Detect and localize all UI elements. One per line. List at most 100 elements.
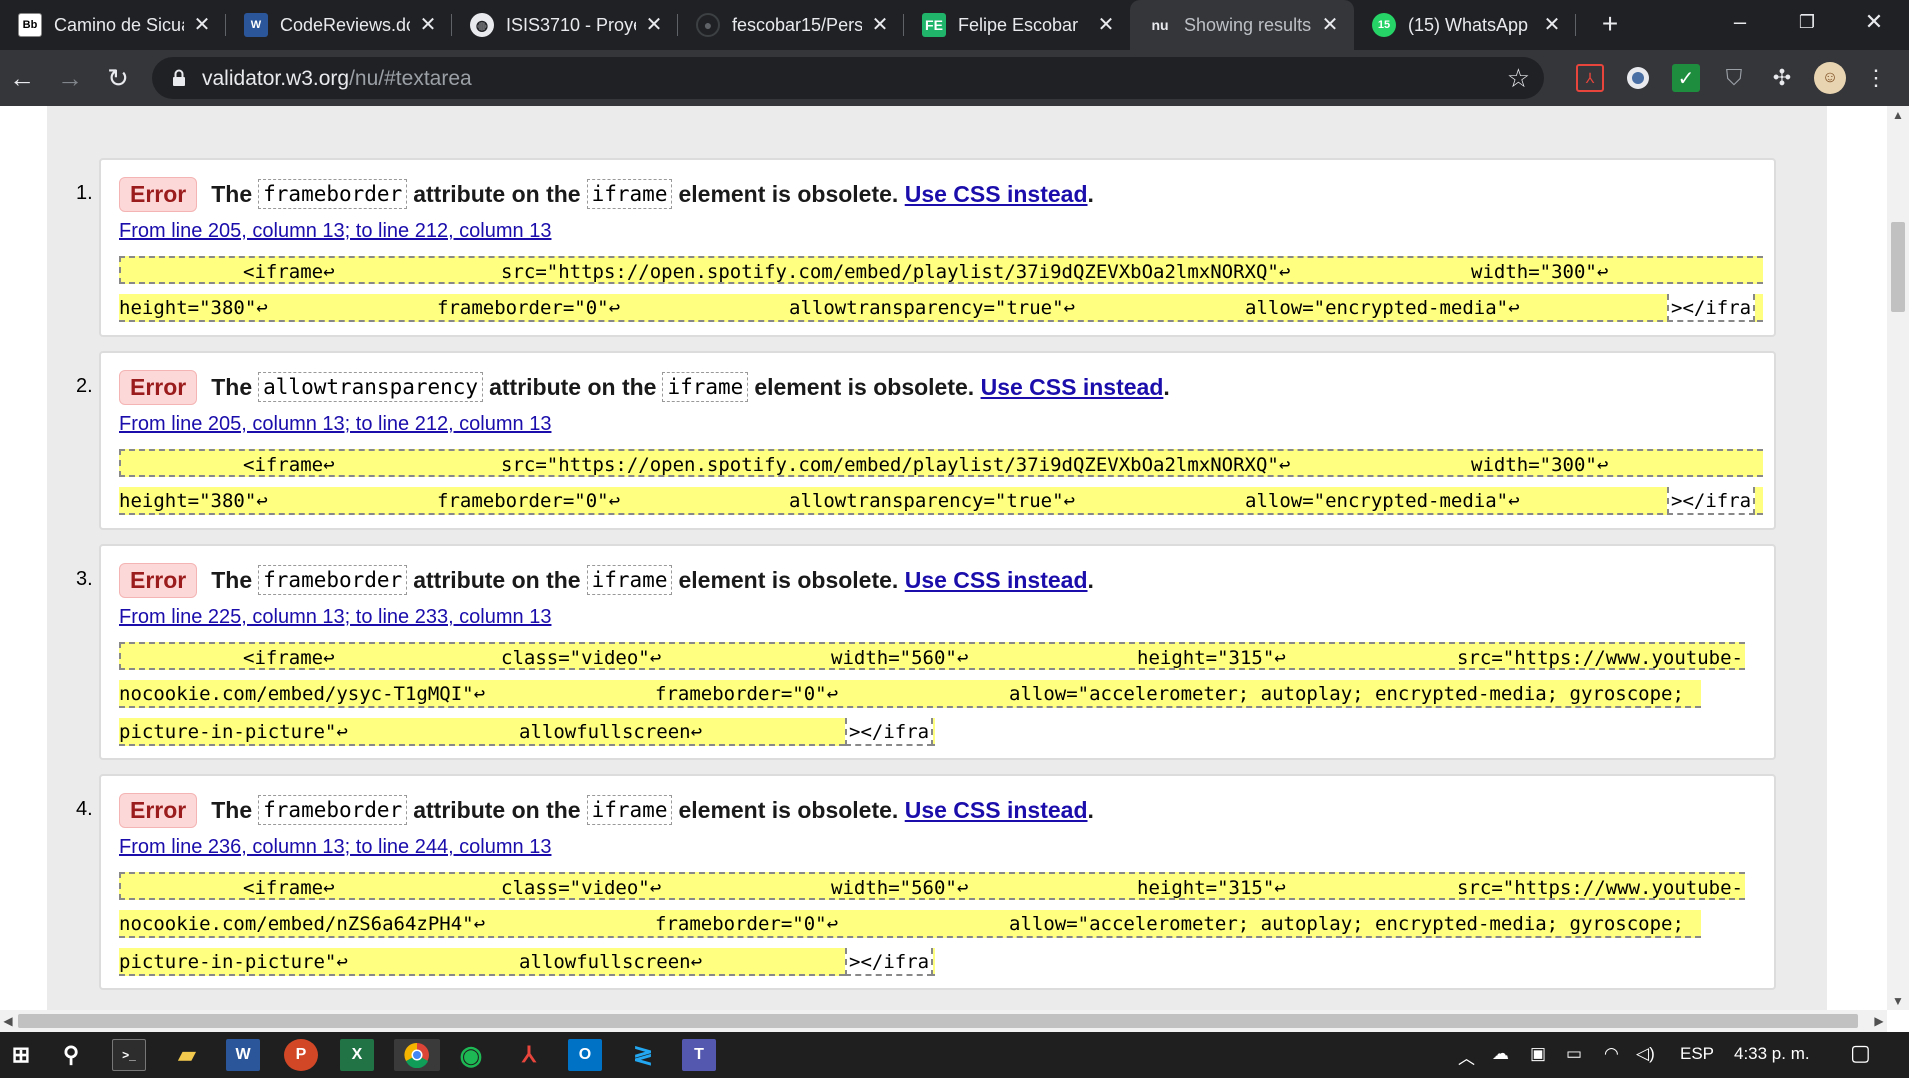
tab-title: (15) WhatsApp — [1408, 14, 1529, 35]
use-css-link[interactable]: Use CSS instead — [905, 181, 1088, 208]
extract-line: <iframe↩ class="video"↩ width="560"↩ hei… — [119, 872, 1745, 900]
tab-camino-de-sicua[interactable]: Bb Camino de Sicua ✕ — [0, 0, 226, 50]
extract-token: class="video"↩ — [501, 647, 662, 669]
close-icon[interactable]: ✕ — [1318, 13, 1342, 37]
teams-icon[interactable]: T — [682, 1039, 716, 1071]
acrobat-extension-icon[interactable]: ⅄ — [1576, 64, 1604, 92]
volume-icon[interactable]: ◁) — [1636, 1044, 1655, 1064]
close-icon[interactable]: ✕ — [868, 13, 892, 37]
close-icon[interactable]: ✕ — [1094, 13, 1118, 37]
tab-strip: Bb Camino de Sicua ✕ W CodeReviews.do ✕ … — [0, 0, 1909, 50]
search-icon[interactable]: ⚲ — [54, 1039, 88, 1071]
extract-token: height="315"↩ — [1137, 877, 1286, 899]
extract-end-token: ></ifra — [845, 948, 934, 976]
tab-felipe-escobar[interactable]: FE Felipe Escobar ✕ — [904, 0, 1130, 50]
message-post: element is obsolete. — [678, 180, 899, 207]
restore-icon[interactable]: ❐ — [1777, 0, 1837, 44]
close-icon[interactable]: ✕ — [642, 13, 666, 37]
reload-icon[interactable]: ↻ — [100, 60, 136, 96]
circle-extension-icon[interactable] — [1624, 64, 1652, 92]
message-number: 1. — [76, 182, 93, 204]
element-code: iframe — [586, 565, 673, 595]
chrome-icon[interactable] — [394, 1039, 440, 1071]
horizontal-scroll-thumb[interactable] — [18, 1014, 1858, 1028]
extract-token: allow="encrypted-media"↩ — [1245, 490, 1520, 512]
extract-line: picture-in-picture"↩ allowfullscreen↩ ><… — [119, 718, 935, 746]
screen-icon[interactable]: ▣ — [1530, 1044, 1546, 1064]
use-css-link[interactable]: Use CSS instead — [981, 374, 1164, 401]
tab-isis3710[interactable]: ◍ ISIS3710 - Proye ✕ — [452, 0, 678, 50]
scroll-up-icon[interactable]: ▲ — [1887, 106, 1909, 124]
extract-line: nocookie.com/embed/ysyc-T1gMQI"↩ framebo… — [119, 680, 1701, 708]
battery-icon[interactable]: ▭ — [1566, 1044, 1582, 1064]
puzzle-extensions-icon[interactable]: ✣ — [1768, 64, 1796, 92]
use-css-link[interactable]: Use CSS instead — [905, 567, 1088, 594]
scroll-left-icon[interactable]: ◀ — [0, 1012, 16, 1030]
address-bar[interactable]: validator.w3.org/nu/#textarea ☆ — [152, 57, 1544, 99]
clock[interactable]: 4:33 p. m. — [1734, 1044, 1810, 1064]
extract-end-token: ></ifra — [1667, 294, 1756, 322]
message-text: Error The frameborder attribute on the i… — [119, 562, 1094, 598]
extract-token: allow="accelerometer; autoplay; encrypte… — [1009, 913, 1684, 935]
acrobat-icon[interactable]: ⅄ — [512, 1039, 546, 1071]
location-link[interactable]: From line 205, column 13; to line 212, c… — [119, 413, 551, 436]
extract-line: <iframe↩ src="https://open.spotify.com/e… — [119, 256, 1763, 284]
vertical-scroll-thumb[interactable] — [1891, 222, 1905, 312]
vscode-icon[interactable]: ≷ — [626, 1039, 660, 1071]
menu-kebab-icon[interactable]: ⋮ — [1862, 64, 1890, 92]
scroll-down-icon[interactable]: ▼ — [1887, 992, 1909, 1010]
extract-token: nocookie.com/embed/nZS6a64zPH4"↩ — [119, 913, 486, 935]
message-tail: . — [1087, 796, 1094, 823]
back-icon[interactable]: ← — [4, 60, 40, 96]
windows-start-icon[interactable]: ⊞ — [4, 1039, 38, 1071]
excel-icon[interactable]: X — [340, 1039, 374, 1071]
avatar[interactable]: ☺ — [1814, 62, 1846, 94]
cloud-icon[interactable]: ☁ — [1492, 1044, 1509, 1064]
extract-token: allow="accelerometer; autoplay; encrypte… — [1009, 683, 1684, 705]
location-link[interactable]: From line 205, column 13; to line 212, c… — [119, 220, 551, 243]
message-pre: The — [211, 796, 253, 823]
close-icon[interactable]: ✕ — [1540, 13, 1564, 37]
notifications-icon[interactable]: ▢ — [1850, 1040, 1871, 1066]
close-icon[interactable]: ✕ — [416, 13, 440, 37]
shield-extension-icon[interactable]: ⛉ — [1720, 64, 1748, 92]
language-indicator[interactable]: ESP — [1680, 1044, 1714, 1064]
bookmark-star-icon[interactable]: ☆ — [1507, 63, 1530, 93]
terminal-icon[interactable]: >_ — [112, 1039, 146, 1071]
close-window-icon[interactable]: ✕ — [1844, 0, 1904, 44]
location-link[interactable]: From line 236, column 13; to line 244, c… — [119, 836, 551, 859]
powerpoint-icon[interactable]: P — [284, 1039, 318, 1071]
scroll-right-icon[interactable]: ▶ — [1871, 1012, 1887, 1030]
minimize-icon[interactable]: – — [1710, 0, 1770, 44]
file-explorer-icon[interactable]: ▰ — [170, 1039, 204, 1071]
new-tab-button[interactable]: + — [1594, 9, 1626, 41]
wifi-icon[interactable]: ◠ — [1604, 1044, 1619, 1064]
message-mid: attribute on the — [413, 180, 581, 207]
horizontal-scrollbar[interactable]: ◀ ▶ — [0, 1010, 1887, 1032]
tab-codereviews[interactable]: W CodeReviews.do ✕ — [226, 0, 452, 50]
tab-showing-results[interactable]: nu Showing results ✕ — [1130, 0, 1354, 50]
location-link[interactable]: From line 225, column 13; to line 233, c… — [119, 606, 551, 629]
extract-token: frameborder="0"↩ — [437, 297, 621, 319]
extract-token: <iframe↩ — [243, 877, 335, 899]
lock-icon[interactable] — [172, 69, 186, 87]
outlook-icon[interactable]: O — [568, 1039, 602, 1071]
windows-taskbar: ⊞ ⚲ >_ ▰ W P X ◉ ⅄ O ≷ T ︿ ☁ ▣ ▭ ◠ ◁) ES… — [0, 1032, 1909, 1078]
tab-github[interactable]: ● fescobar15/Pers ✕ — [678, 0, 904, 50]
fe-icon: FE — [922, 13, 946, 37]
url-text[interactable]: validator.w3.org/nu/#textarea — [202, 67, 472, 91]
checkmark-extension-icon[interactable]: ✓ — [1672, 64, 1700, 92]
word-icon[interactable]: W — [226, 1039, 260, 1071]
vertical-scrollbar[interactable]: ▲ ▼ — [1887, 106, 1909, 1010]
element-code: iframe — [586, 795, 673, 825]
tray-chevron-icon[interactable]: ︿ — [1458, 1044, 1475, 1069]
message-pre: The — [211, 180, 253, 207]
extract-token: width="560"↩ — [831, 877, 969, 899]
use-css-link[interactable]: Use CSS instead — [905, 797, 1088, 824]
extract-token: allowfullscreen↩ — [519, 951, 703, 973]
forward-icon[interactable]: → — [52, 60, 88, 96]
spotify-icon[interactable]: ◉ — [454, 1039, 488, 1071]
close-icon[interactable]: ✕ — [190, 13, 214, 37]
tab-whatsapp[interactable]: 15 (15) WhatsApp ✕ — [1354, 0, 1576, 50]
extract-token: frameborder="0"↩ — [655, 683, 839, 705]
